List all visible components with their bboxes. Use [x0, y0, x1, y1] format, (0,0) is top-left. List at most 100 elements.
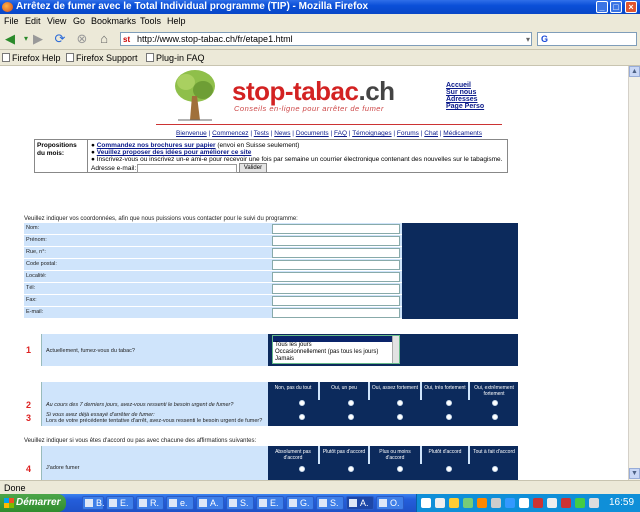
email-input[interactable] — [272, 308, 400, 318]
nav-temoignages[interactable]: Témoignages — [352, 130, 391, 137]
tray-icon[interactable] — [589, 498, 599, 508]
home-icon[interactable]: ⌂ — [96, 31, 112, 47]
taskbar-item[interactable]: e. — [166, 496, 194, 510]
firefox-tray-icon[interactable] — [477, 498, 487, 508]
search-field[interactable]: G — [537, 32, 637, 46]
menu-view[interactable]: View — [47, 14, 66, 28]
q3-radio-2[interactable] — [348, 414, 354, 420]
vertical-scrollbar[interactable]: ▲ ▼ — [628, 66, 640, 480]
close-button[interactable]: × — [625, 1, 637, 13]
nom-input[interactable] — [272, 224, 400, 234]
taskbar-item[interactable]: E. — [106, 496, 134, 510]
tray-icon[interactable] — [435, 498, 445, 508]
tray-icon[interactable] — [519, 498, 529, 508]
search-engine-icon[interactable]: G — [541, 34, 548, 44]
nav-commencez[interactable]: Commencez — [212, 130, 248, 137]
q4-radio-5[interactable] — [492, 466, 498, 472]
list-option[interactable]: Occasionnellement (pas tous les jours) — [273, 349, 399, 356]
brochures-link[interactable]: Commandez nos brochures sur papier — [97, 142, 216, 149]
taskbar-item[interactable]: B. — [82, 496, 105, 510]
back-icon[interactable]: ◀ — [2, 31, 18, 47]
taskbar-item[interactable]: O. — [376, 496, 404, 510]
propose-ideas-link[interactable]: Veuillez proposer des idées pour amélior… — [97, 149, 252, 156]
newsletter-email-input[interactable] — [137, 164, 237, 173]
nav-tests[interactable]: Tests — [254, 130, 269, 137]
tel-input[interactable] — [272, 284, 400, 294]
address-dropdown-icon[interactable]: ▾ — [520, 32, 536, 48]
taskbar-item[interactable]: A. — [196, 496, 224, 510]
form-row-code-postal: Code postal: — [24, 259, 518, 271]
bookmark-firefox-help[interactable]: Firefox Help — [2, 50, 61, 66]
prenom-input[interactable] — [272, 236, 400, 246]
bookmark-firefox-support[interactable]: Firefox Support — [66, 50, 138, 66]
taskbar-item[interactable]: E. — [256, 496, 284, 510]
link-sur-nous[interactable]: Sur nous — [446, 89, 484, 96]
valider-button[interactable]: Valider — [239, 163, 267, 173]
taskbar-item[interactable]: S. — [226, 496, 254, 510]
taskbar-item[interactable]: R. — [136, 496, 164, 510]
nav-forums[interactable]: Forums — [397, 130, 419, 137]
nav-chat[interactable]: Chat — [424, 130, 438, 137]
language-icon[interactable] — [421, 498, 431, 508]
nav-medicaments[interactable]: Médicaments — [443, 130, 482, 137]
reload-icon[interactable]: ⟳ — [52, 31, 68, 47]
q4-radio-2[interactable] — [348, 466, 354, 472]
listbox-scrollbar[interactable] — [392, 336, 399, 363]
brand-logo[interactable]: stop-tabac.ch — [232, 76, 395, 107]
q2-radio-2[interactable] — [348, 400, 354, 406]
q3-radio-1[interactable] — [299, 414, 305, 420]
nav-documents[interactable]: Documents — [296, 130, 329, 137]
stop-icon[interactable]: ⊗ — [74, 31, 90, 47]
tray-icon[interactable] — [561, 498, 571, 508]
q2-radio-4[interactable] — [446, 400, 452, 406]
q4-radio-1[interactable] — [299, 466, 305, 472]
address-bar[interactable]: st http://www.stop-tabac.ch/fr/etape1.ht… — [120, 32, 532, 46]
q3-radio-5[interactable] — [492, 414, 498, 420]
rue-input[interactable] — [272, 248, 400, 258]
list-option[interactable]: Jamais — [273, 356, 399, 363]
scroll-down-icon[interactable]: ▼ — [629, 468, 640, 479]
link-accueil[interactable]: Accueil — [446, 82, 484, 89]
link-page-perso[interactable]: Page Perso — [446, 103, 484, 110]
q3-radio-4[interactable] — [446, 414, 452, 420]
localite-input[interactable] — [272, 272, 400, 282]
minimize-button[interactable]: _ — [596, 1, 608, 13]
clock[interactable]: 16:59 — [609, 494, 634, 512]
tray-icon[interactable] — [491, 498, 501, 508]
q2-radio-5[interactable] — [492, 400, 498, 406]
q2-radio-1[interactable] — [299, 400, 305, 406]
tray-icon[interactable] — [463, 498, 473, 508]
maximize-button[interactable]: □ — [610, 1, 622, 13]
taskbar-item-active[interactable]: A. — [346, 496, 374, 510]
q4-radio-3[interactable] — [397, 466, 403, 472]
nav-bienvenue[interactable]: Bienvenue — [176, 130, 207, 137]
propositions-box: Propositions du mois: ● Commandez nos br… — [34, 139, 508, 173]
menu-edit[interactable]: Edit — [25, 14, 41, 28]
q3-radio-3[interactable] — [397, 414, 403, 420]
tray-icon[interactable] — [449, 498, 459, 508]
smoking-status-listbox[interactable]: Tous les jours Occasionnellement (pas to… — [272, 335, 400, 364]
menu-bookmarks[interactable]: Bookmarks — [91, 14, 136, 28]
nav-news[interactable]: News — [274, 130, 290, 137]
tray-icon[interactable] — [547, 498, 557, 508]
taskbar-item[interactable]: G. — [286, 496, 314, 510]
list-option[interactable]: Tous les jours — [273, 342, 399, 349]
bookmark-plugin-faq[interactable]: Plug-in FAQ — [146, 50, 205, 66]
scroll-up-icon[interactable]: ▲ — [629, 66, 640, 77]
tray-icon[interactable] — [533, 498, 543, 508]
fax-input[interactable] — [272, 296, 400, 306]
q4-radio-4[interactable] — [446, 466, 452, 472]
nav-faq[interactable]: FAQ — [334, 130, 347, 137]
tray-icon[interactable] — [505, 498, 515, 508]
menu-tools[interactable]: Tools — [140, 14, 161, 28]
menu-file[interactable]: File — [4, 14, 19, 28]
code-postal-input[interactable] — [272, 260, 400, 270]
link-adresses[interactable]: Adresses — [446, 96, 484, 103]
start-button[interactable]: Démarrer — [0, 494, 66, 512]
tray-icon[interactable] — [575, 498, 585, 508]
taskbar-item[interactable]: S. — [316, 496, 344, 510]
forward-icon[interactable]: ▶ — [30, 31, 46, 47]
menu-help[interactable]: Help — [167, 14, 186, 28]
q2-radio-3[interactable] — [397, 400, 403, 406]
menu-go[interactable]: Go — [73, 14, 85, 28]
